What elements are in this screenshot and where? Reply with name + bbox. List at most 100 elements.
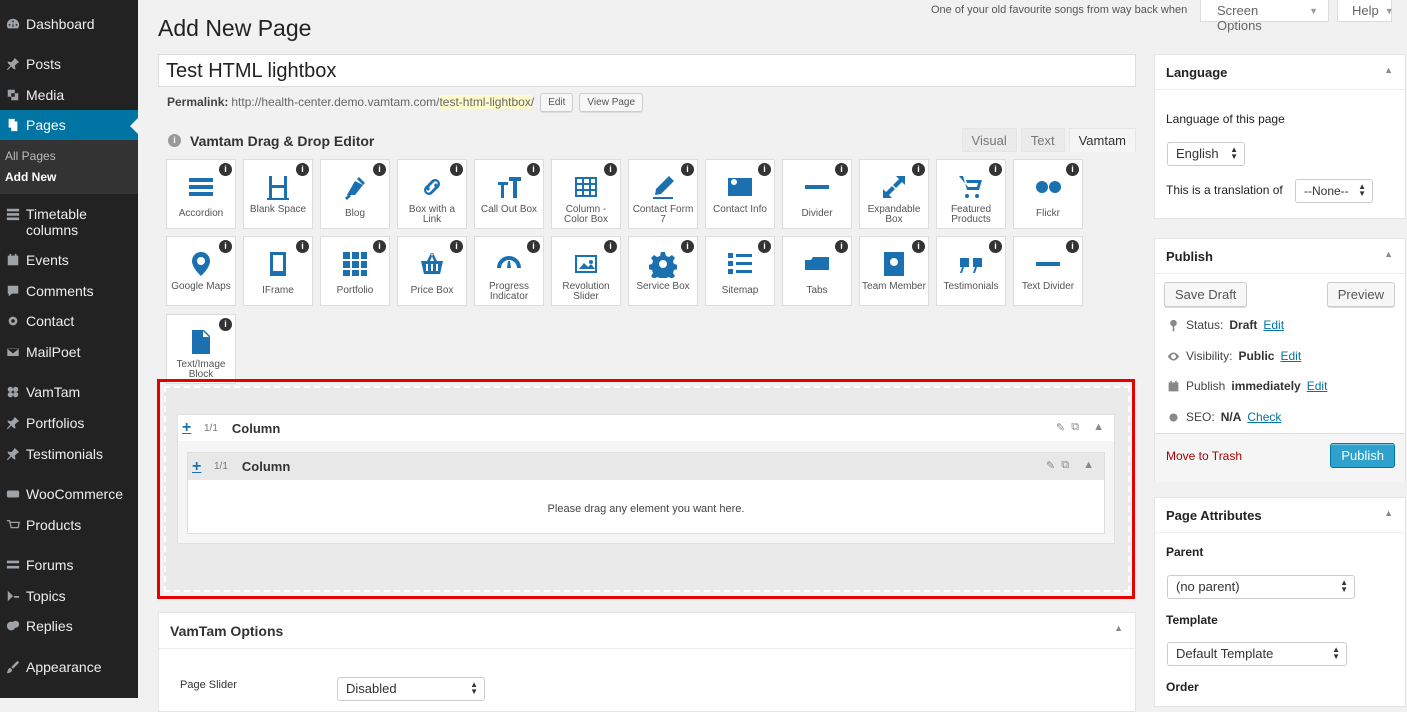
menu-posts[interactable]: Posts — [0, 56, 138, 72]
menu-events[interactable]: Events — [0, 252, 138, 268]
tab-text[interactable]: Text — [1020, 128, 1065, 152]
menu-label: Events — [26, 252, 69, 268]
shortcode-tile-column-color-box[interactable]: i Column - Color Box — [551, 159, 621, 229]
menu-comments[interactable]: Comments — [0, 283, 138, 299]
shortcode-tile-team-member[interactable]: i Team Member — [859, 236, 929, 306]
menu-vamtam[interactable]: VamTam — [0, 384, 138, 400]
edit-visibility-link[interactable]: Edit — [1280, 349, 1301, 363]
menu-portfolios[interactable]: Portfolios — [0, 415, 138, 431]
post-title-input[interactable]: Test HTML lightbox — [158, 54, 1136, 87]
shortcode-tile-text-image-block[interactable]: i Text/Image Block — [166, 314, 236, 384]
shortcode-tile-sitemap[interactable]: i Sitemap — [705, 236, 775, 306]
translation-select[interactable]: --None-- ▲ ▼ — [1295, 179, 1373, 203]
tile-label: Accordion — [178, 208, 224, 219]
parent-select[interactable]: (no parent) ▲ ▼ — [1167, 575, 1355, 599]
menu-contact[interactable]: Contact — [0, 313, 138, 329]
tile-label: Revolution Slider — [562, 281, 610, 302]
screen-options-button[interactable]: Screen Options ▼ — [1200, 0, 1329, 33]
edit-permalink-button[interactable]: Edit — [540, 92, 574, 112]
blog-icon — [321, 172, 389, 202]
language-box: Language ▲ Language of this page English… — [1154, 54, 1406, 219]
permalink-url[interactable]: http://health-center.demo.vamtam.com/tes… — [231, 95, 534, 109]
permalink-base: http://health-center.demo.vamtam.com/ — [231, 95, 440, 109]
language-select[interactable]: English ▲ ▼ — [1167, 142, 1245, 166]
shortcode-tile-google-maps[interactable]: i Google Maps — [166, 236, 236, 306]
menu-replies[interactable]: Replies — [0, 618, 138, 634]
tab-vamtam[interactable]: Vamtam — [1068, 128, 1136, 152]
menu-products[interactable]: Products — [0, 517, 138, 533]
shortcode-tile-expandable-box[interactable]: i Expandable Box — [859, 159, 929, 229]
publish-actions: Move to Trash Publish — [1155, 433, 1405, 482]
view-page-button[interactable]: View Page — [579, 92, 644, 112]
pin-icon — [1166, 318, 1180, 332]
shortcode-tile-blog[interactable]: i Blog — [320, 159, 390, 229]
edit-date-link[interactable]: Edit — [1307, 379, 1328, 393]
menu-forums[interactable]: Forums — [0, 557, 138, 573]
select-arrows-icon: ▲ ▼ — [1358, 182, 1366, 198]
menu-label: Portfolios — [26, 415, 85, 431]
shortcode-tile-featured-products[interactable]: i Featured Products — [936, 159, 1006, 229]
menu-label: VamTam — [26, 384, 81, 400]
info-icon[interactable]: i — [168, 134, 181, 147]
publish-button[interactable]: Publish — [1330, 443, 1395, 468]
collapse-icon[interactable]: ▲ — [1384, 508, 1393, 518]
shortcode-tile-blank-space[interactable]: i Blank Space — [243, 159, 313, 229]
tile-label: Blank Space — [249, 204, 307, 215]
portfolio-icon — [321, 249, 389, 279]
menu-topics[interactable]: Topics — [0, 588, 138, 604]
collapse-icon[interactable]: ▲ — [1114, 623, 1123, 633]
menu-mailpoet[interactable]: MailPoet — [0, 344, 138, 360]
menu-pages[interactable]: Pages — [0, 110, 138, 140]
shortcode-tile-contact-form-7[interactable]: i Contact Form 7 — [628, 159, 698, 229]
menu-appearance[interactable]: Appearance — [0, 659, 138, 675]
collapse-icon[interactable]: ▲ — [1384, 249, 1393, 259]
shortcode-tile-tabs[interactable]: i Tabs — [782, 236, 852, 306]
tile-label: Progress Indicator — [488, 281, 529, 302]
gear-icon — [4, 313, 22, 329]
shortcode-tile-accordion[interactable]: i Accordion — [166, 159, 236, 229]
submenu-add-new[interactable]: Add New — [0, 167, 138, 188]
help-button[interactable]: Help ▼ — [1337, 0, 1394, 22]
shortcode-tile-iframe[interactable]: i IFrame — [243, 236, 313, 306]
replies-icon — [4, 618, 22, 634]
shortcode-tile-box-with-link[interactable]: i Box with a Link — [397, 159, 467, 229]
shortcode-tile-flickr[interactable]: i Flickr — [1013, 159, 1083, 229]
menu-dashboard[interactable]: Dashboard — [0, 16, 138, 32]
shortcode-tile-revolution-slider[interactable]: i Revolution Slider — [551, 236, 621, 306]
text-image-block-icon — [167, 327, 235, 357]
menu-woocommerce[interactable]: WooCommerce — [0, 486, 138, 502]
select-arrows-icon: ▲ ▼ — [1230, 145, 1238, 161]
shortcode-tile-contact-info[interactable]: i Contact Info — [705, 159, 775, 229]
tile-label: Testimonials — [943, 281, 999, 292]
shortcode-tile-divider[interactable]: i Divider — [782, 159, 852, 229]
submenu-all-pages[interactable]: All Pages — [0, 146, 138, 167]
tab-visual[interactable]: Visual — [961, 128, 1017, 152]
blank-space-icon — [244, 172, 312, 202]
seo-check-link[interactable]: Check — [1247, 410, 1281, 424]
move-to-trash-link[interactable]: Move to Trash — [1166, 449, 1242, 463]
shortcode-tile-service-box[interactable]: i Service Box — [628, 236, 698, 306]
permalink-slug: test-html-lightbox — [439, 95, 531, 109]
menu-testimonials[interactable]: Testimonials — [0, 446, 138, 462]
screen-options-label: Screen Options — [1217, 3, 1262, 33]
tile-label: Tabs — [806, 285, 828, 296]
shortcode-tile-testimonials[interactable]: i Testimonials — [936, 236, 1006, 306]
divider — [1155, 89, 1405, 90]
template-select[interactable]: Default Template ▲ ▼ — [1167, 642, 1347, 666]
shortcode-tile-price-box[interactable]: i Price Box — [397, 236, 467, 306]
shortcode-tile-call-out-box[interactable]: i Call Out Box — [474, 159, 544, 229]
shortcode-tile-text-divider[interactable]: i Text Divider — [1013, 236, 1083, 306]
preview-button[interactable]: Preview — [1326, 282, 1395, 307]
parent-value: (no parent) — [1176, 579, 1240, 594]
menu-media[interactable]: Media — [0, 87, 138, 103]
save-draft-button[interactable]: Save Draft — [1164, 282, 1248, 307]
page-slider-select[interactable]: Disabled ▲ ▼ — [337, 677, 485, 701]
shortcode-tile-progress-indicator[interactable]: i Progress Indicator — [474, 236, 544, 306]
seo-value: N/A — [1220, 410, 1242, 424]
visibility-value: Public — [1238, 349, 1275, 363]
divider-icon — [783, 172, 851, 202]
menu-timetable-columns[interactable]: Timetable columns — [0, 206, 138, 238]
edit-status-link[interactable]: Edit — [1263, 318, 1284, 332]
shortcode-tile-portfolio[interactable]: i Portfolio — [320, 236, 390, 306]
collapse-icon[interactable]: ▲ — [1384, 65, 1393, 75]
